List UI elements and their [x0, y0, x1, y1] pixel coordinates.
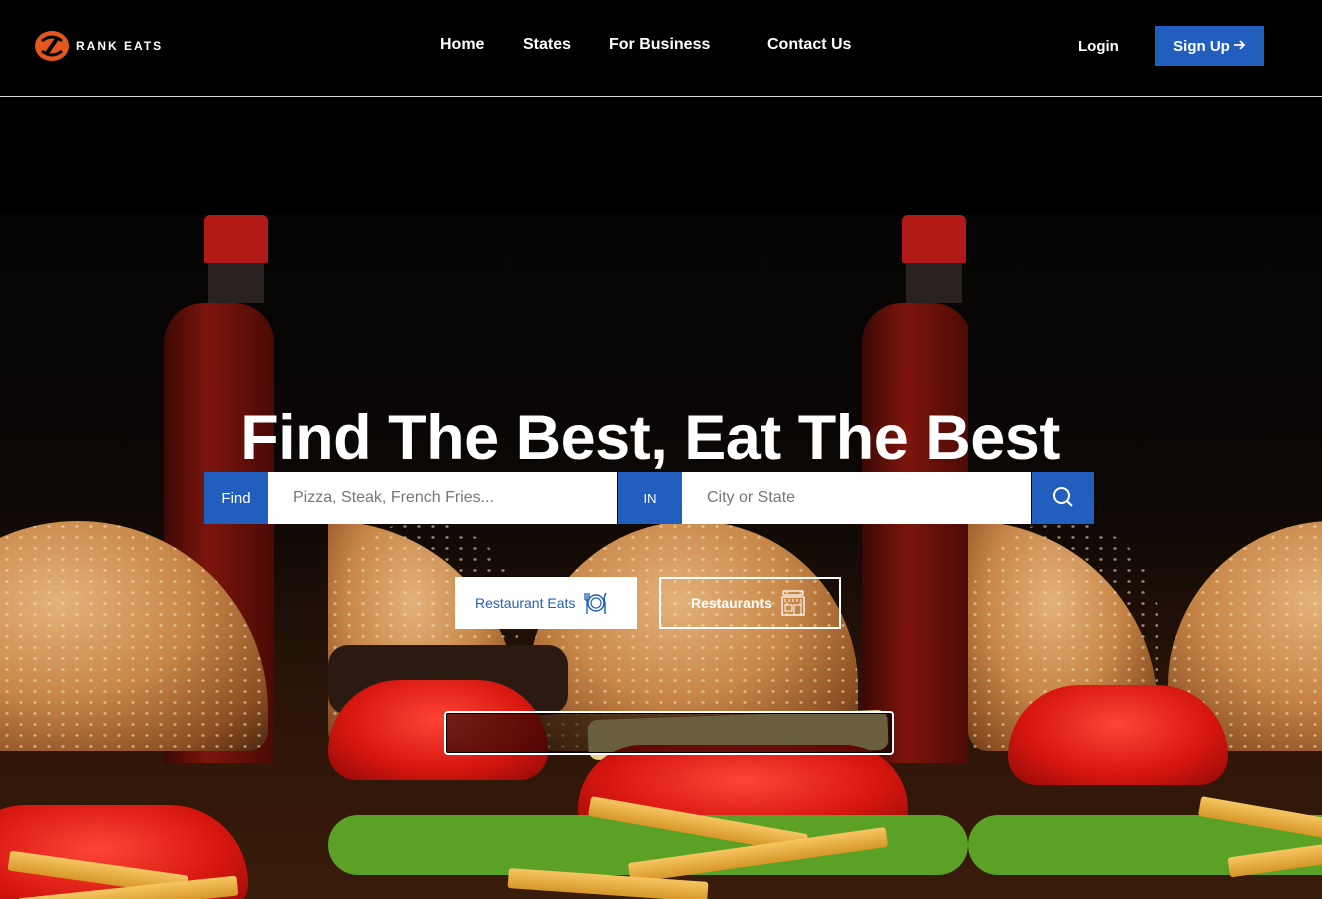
- tab-restaurants[interactable]: Restaurants: [659, 577, 841, 629]
- signup-label: Sign Up: [1173, 37, 1230, 55]
- site-header: RANK EATS Home States For Business Conta…: [0, 0, 1322, 97]
- tab-restaurant-eats[interactable]: Restaurant Eats: [455, 577, 637, 629]
- hero-title: Find The Best, Eat The Best: [240, 403, 1060, 474]
- plate-cutlery-icon: [583, 590, 609, 616]
- nav-home[interactable]: Home: [440, 36, 484, 54]
- find-input[interactable]: [268, 472, 617, 524]
- empty-results-box: [444, 711, 894, 755]
- search-bar: Find IN: [204, 472, 1094, 524]
- login-link[interactable]: Login: [1078, 38, 1119, 55]
- nav-for-business[interactable]: For Business: [609, 36, 710, 54]
- search-button[interactable]: [1032, 472, 1094, 524]
- hero-background-photo: [328, 215, 968, 899]
- tab-label: Restaurant Eats: [475, 595, 576, 611]
- restaurant-building-icon: [780, 589, 806, 617]
- signup-button[interactable]: Sign Up: [1155, 26, 1264, 66]
- hero-background-photo: [968, 215, 1322, 899]
- search-icon: [1052, 486, 1074, 511]
- nav-states[interactable]: States: [523, 36, 571, 54]
- in-label: IN: [618, 472, 682, 524]
- hero-background-photo: [0, 215, 328, 899]
- main-nav: Home States For Business Contact Us: [0, 36, 1322, 56]
- arrow-right-icon: [1233, 38, 1246, 55]
- find-label: Find: [204, 472, 268, 524]
- location-input[interactable]: [682, 472, 1031, 524]
- tab-label: Restaurants: [691, 595, 772, 611]
- nav-contact-us[interactable]: Contact Us: [767, 36, 851, 54]
- search-mode-tabs: Restaurant Eats Restaurants: [0, 577, 1322, 629]
